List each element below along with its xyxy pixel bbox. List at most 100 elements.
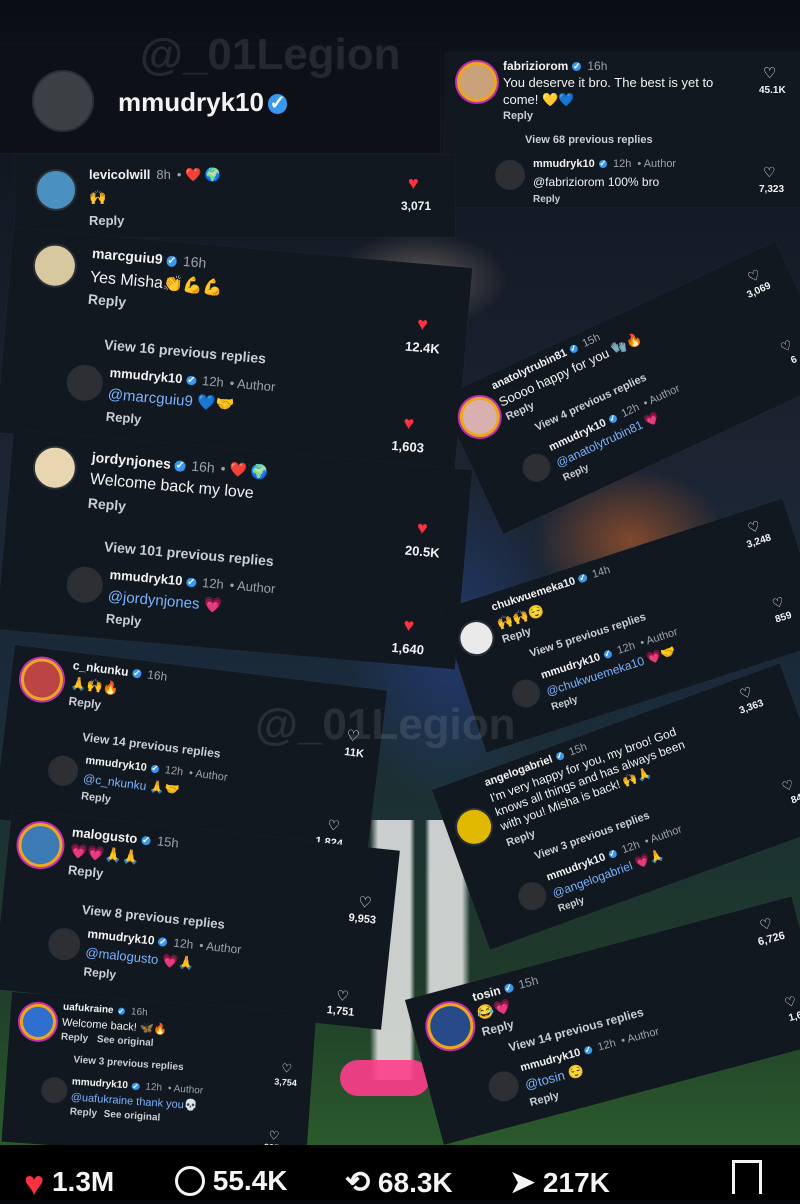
profile-username[interactable]: mmudryk10 ✓	[118, 87, 288, 118]
like-heart-icon[interactable]: ♥	[403, 413, 415, 435]
verified-icon: ✓	[583, 1044, 594, 1056]
like-count: 7,323	[759, 184, 785, 195]
comment-avatar[interactable]	[31, 241, 79, 290]
like-heart-icon[interactable]: ♡	[763, 164, 776, 181]
likes-count: 1.3M	[51, 1166, 115, 1197]
comment-avatar[interactable]	[31, 443, 79, 492]
send-icon: ➤	[510, 1166, 536, 1199]
reply-avatar[interactable]	[514, 878, 551, 915]
verified-icon: ✓	[131, 1081, 140, 1091]
verified-icon: ✓	[117, 1006, 126, 1016]
like-heart-icon[interactable]: ♥	[403, 615, 415, 637]
reply-avatar[interactable]	[517, 449, 556, 487]
see-original-link[interactable]: See original	[103, 1109, 160, 1124]
comment-avatar[interactable]	[35, 169, 77, 211]
verified-icon: ✓	[267, 92, 288, 115]
like-heart-icon[interactable]: ♡	[281, 1061, 293, 1076]
repost-icon: ⟲	[345, 1166, 371, 1199]
repost-button[interactable]: ⟲ 68.3K	[345, 1165, 453, 1200]
comment-avatar[interactable]	[422, 997, 479, 1055]
reply-button[interactable]: Reply	[87, 291, 126, 310]
comment-text: 🙏🙌🔥	[69, 675, 120, 696]
comment-card: levicolwill 8h • ❤️ 🌍 🙌 Reply ♥ 3,071	[15, 155, 455, 237]
like-heart-icon[interactable]: ♡	[783, 993, 798, 1011]
reply-avatar[interactable]	[46, 754, 80, 788]
like-count: 20.5K	[404, 542, 441, 561]
share-button[interactable]: ➤ 217K	[510, 1165, 610, 1200]
like-heart-icon[interactable]: ♥	[416, 518, 428, 540]
comment-text: You deserve it bro. The best is yet to	[503, 75, 714, 90]
comment-avatar[interactable]	[449, 802, 499, 852]
reply-button[interactable]: Reply	[67, 862, 104, 881]
like-heart-icon[interactable]: ♥	[416, 314, 428, 336]
reply-avatar[interactable]	[46, 926, 82, 962]
reply-button[interactable]: Reply	[528, 1090, 560, 1109]
verified-icon: ✓	[554, 750, 566, 762]
like-count: 3,754	[274, 1076, 298, 1089]
save-button[interactable]	[732, 1160, 762, 1201]
verified-icon: ✓	[607, 848, 619, 860]
like-heart-icon[interactable]: ♡	[268, 1128, 280, 1143]
verified-icon: ✓	[602, 648, 614, 660]
reply-button[interactable]: Reply	[505, 828, 537, 850]
comment-avatar[interactable]	[457, 62, 497, 102]
like-count: 3,069	[745, 280, 773, 301]
like-heart-icon[interactable]: ♡	[758, 915, 775, 935]
like-count: 12.4K	[404, 338, 441, 357]
reply-avatar[interactable]	[65, 363, 105, 403]
verified-icon: ✓	[598, 158, 608, 169]
heart-icon: ♥	[24, 1165, 45, 1203]
like-count: 9,953	[347, 911, 377, 927]
reply-button[interactable]: Reply	[68, 694, 102, 712]
verified-icon: ✓	[568, 342, 580, 355]
reply-button[interactable]: Reply	[89, 213, 124, 228]
reply-button[interactable]: Reply	[69, 1106, 97, 1119]
like-heart-icon[interactable]: ♡	[763, 64, 776, 82]
view-replies-link[interactable]: View 16 previous replies	[104, 336, 267, 366]
reply-button[interactable]: Reply	[83, 964, 117, 981]
like-button[interactable]: ♥ 1.3M	[24, 1165, 114, 1204]
like-count: 859	[773, 609, 794, 626]
like-heart-icon[interactable]: ♡	[336, 987, 350, 1005]
comment-card: jordynjones ✓ 16h • ❤️ 🌍 Welcome back my lo…	[0, 430, 473, 670]
view-replies-link[interactable]: View 68 previous replies	[525, 134, 653, 146]
player-boot	[340, 1060, 430, 1096]
reply-username[interactable]: mmudryk10✓12h• Author	[533, 158, 676, 170]
reply-button[interactable]: Reply	[105, 409, 142, 427]
reply-button[interactable]: Reply	[533, 194, 560, 205]
comment-icon	[175, 1166, 205, 1196]
reply-button[interactable]: Reply	[87, 495, 126, 514]
verified-icon: ✓	[157, 936, 168, 948]
reply-button[interactable]: Reply	[61, 1032, 89, 1045]
comment-avatar[interactable]	[18, 1002, 58, 1042]
comment-username[interactable]: levicolwill 8h • ❤️ 🌍	[89, 167, 221, 183]
reply-button[interactable]: Reply	[550, 694, 579, 713]
view-replies-link[interactable]: View 3 previous replies	[73, 1054, 184, 1073]
like-heart-icon[interactable]: ♡	[770, 594, 786, 613]
reply-avatar[interactable]	[40, 1076, 69, 1105]
comment-username[interactable]: marcguiu9 ✓ 16h	[91, 245, 207, 271]
reply-avatar[interactable]	[65, 565, 105, 605]
shares-count: 217K	[542, 1167, 610, 1198]
reply-avatar[interactable]	[495, 160, 525, 190]
reply-button[interactable]: Reply	[80, 790, 111, 806]
comment-text: 🙌	[89, 189, 107, 205]
reply-button[interactable]: Reply	[105, 611, 142, 629]
like-heart-icon[interactable]: ♥	[408, 173, 419, 194]
reply-avatar[interactable]	[485, 1068, 523, 1105]
like-heart-icon[interactable]: ♡	[780, 777, 796, 796]
comment-button[interactable]: 55.4K	[175, 1165, 288, 1197]
reposts-count: 68.3K	[377, 1167, 453, 1198]
profile-avatar[interactable]	[32, 70, 94, 132]
verified-icon: ✓	[174, 459, 186, 473]
comment-avatar[interactable]	[453, 615, 500, 661]
like-heart-icon[interactable]: ♡	[357, 893, 372, 912]
comment-avatar[interactable]	[18, 656, 66, 703]
reply-button[interactable]: Reply	[503, 110, 533, 122]
like-heart-icon[interactable]: ♡	[326, 816, 340, 834]
view-replies-link[interactable]: View 101 previous replies	[104, 538, 275, 569]
comment-username[interactable]: fabriziorom ✓ 16h	[503, 59, 607, 73]
see-original-link[interactable]: See original	[97, 1034, 154, 1049]
reply-text: @fabriziorom 100% bro	[533, 175, 660, 189]
comment-avatar[interactable]	[16, 820, 65, 870]
